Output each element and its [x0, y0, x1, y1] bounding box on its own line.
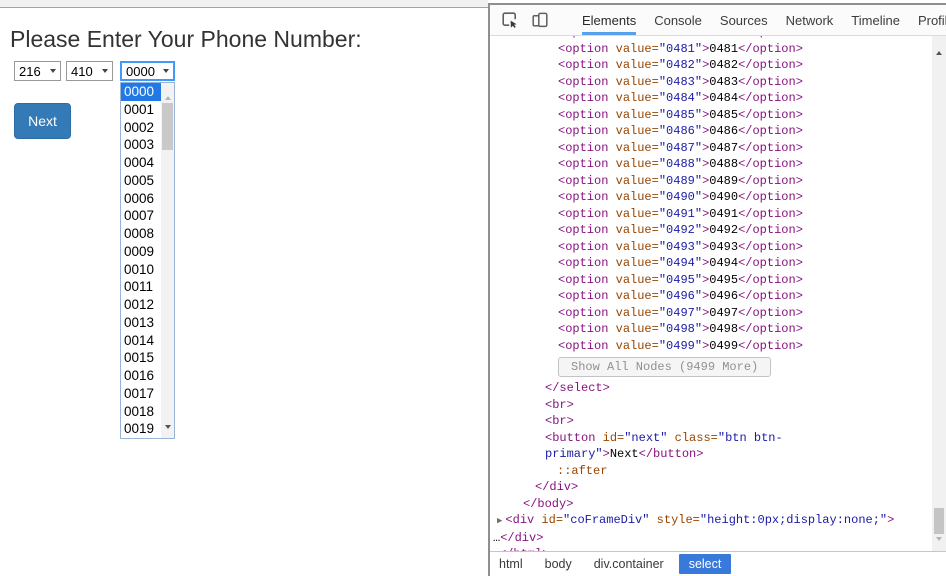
- dropdown-scrollbar-thumb[interactable]: [162, 103, 173, 150]
- code-line[interactable]: <option value="0489">0489</option>: [490, 173, 932, 190]
- device-toolbar-icon[interactable]: [532, 5, 548, 35]
- dropdown-option-0015[interactable]: 0015: [121, 349, 161, 367]
- dropdown-option-0001[interactable]: 0001: [121, 101, 161, 119]
- show-all-nodes-button[interactable]: Show All Nodes (9499 More): [558, 357, 771, 377]
- tab-profiles[interactable]: Profiles: [918, 5, 946, 35]
- dropdown-option-0010[interactable]: 0010: [121, 261, 161, 279]
- code-line[interactable]: …</div>: [490, 530, 932, 547]
- inspect-element-icon[interactable]: [502, 5, 518, 35]
- code-line[interactable]: <option value="0494">0494</option>: [490, 255, 932, 272]
- code-line[interactable]: <option value="0481">0481</option>: [490, 41, 932, 58]
- breadcrumb-html[interactable]: html: [492, 554, 530, 574]
- code-line[interactable]: <button id="next" class="btn btn-: [490, 430, 932, 447]
- code-line[interactable]: <option value="0488">0488</option>: [490, 156, 932, 173]
- dropdown-option-0013[interactable]: 0013: [121, 314, 161, 332]
- code-line[interactable]: <option value="0491">0491</option>: [490, 206, 932, 223]
- code-line[interactable]: <option value="0498">0498</option>: [490, 321, 932, 338]
- page-top-strip: [0, 0, 488, 8]
- dropdown-list: 0000000100020003000400050006000700080009…: [121, 83, 161, 438]
- code-line[interactable]: <option value="0496">0496</option>: [490, 288, 932, 305]
- chevron-down-icon: [163, 69, 169, 73]
- dropdown-option-0007[interactable]: 0007: [121, 207, 161, 225]
- code-line[interactable]: <option value="0487">0487</option>: [490, 140, 932, 157]
- code-line[interactable]: </body>: [490, 496, 932, 513]
- code-line[interactable]: <br>: [490, 413, 932, 430]
- tab-elements[interactable]: Elements: [582, 5, 636, 35]
- dropdown-option-0014[interactable]: 0014: [121, 332, 161, 350]
- prefix-value: 410: [71, 64, 93, 79]
- area-code-value: 216: [19, 64, 41, 79]
- code-line[interactable]: <br>: [490, 397, 932, 414]
- line-number-dropdown: 0000000100020003000400050006000700080009…: [120, 82, 175, 439]
- dropdown-option-0017[interactable]: 0017: [121, 385, 161, 403]
- dropdown-option-0019[interactable]: 0019: [121, 420, 161, 438]
- code-line[interactable]: <option value="0486">0486</option>: [490, 123, 932, 140]
- code-line[interactable]: <option value="0492">0492</option>: [490, 222, 932, 239]
- dropdown-option-0011[interactable]: 0011: [121, 278, 161, 296]
- devtools-code-panel: <option value="0480">0480</option><optio…: [490, 36, 932, 551]
- breadcrumb-div-container[interactable]: div.container: [587, 554, 671, 574]
- code-line[interactable]: primary">Next</button>: [490, 446, 932, 463]
- code-line[interactable]: <option value="0495">0495</option>: [490, 272, 932, 289]
- dropdown-option-0000[interactable]: 0000: [121, 83, 161, 101]
- devtools-scrollbar[interactable]: [932, 36, 946, 551]
- code-line[interactable]: <option value="0483">0483</option>: [490, 74, 932, 91]
- dropdown-option-0005[interactable]: 0005: [121, 172, 161, 190]
- line-number-value: 0000: [126, 64, 155, 79]
- chevron-down-icon: [50, 69, 56, 73]
- prefix-select[interactable]: 410: [66, 61, 113, 81]
- breadcrumb-body[interactable]: body: [538, 554, 579, 574]
- breadcrumb-select[interactable]: select: [679, 554, 732, 574]
- next-button[interactable]: Next: [14, 103, 71, 139]
- code-line[interactable]: <option value="0490">0490</option>: [490, 189, 932, 206]
- code-line[interactable]: ▶<div id="coFrameDiv" style="height:0px;…: [490, 512, 932, 530]
- code-line[interactable]: <option value="0484">0484</option>: [490, 90, 932, 107]
- scroll-down-icon[interactable]: [161, 416, 174, 434]
- tab-console[interactable]: Console: [654, 5, 702, 35]
- dropdown-option-0012[interactable]: 0012: [121, 296, 161, 314]
- code-line[interactable]: </select>: [490, 380, 932, 397]
- dropdown-option-0004[interactable]: 0004: [121, 154, 161, 172]
- code-line[interactable]: ::after: [490, 463, 932, 480]
- code-line[interactable]: </div>: [490, 479, 932, 496]
- screenshot-root: { "page": { "heading": "Please Enter You…: [0, 0, 946, 576]
- dropdown-option-0016[interactable]: 0016: [121, 367, 161, 385]
- code-line[interactable]: <option value="0497">0497</option>: [490, 305, 932, 322]
- dropdown-option-0003[interactable]: 0003: [121, 136, 161, 154]
- dropdown-option-0009[interactable]: 0009: [121, 243, 161, 261]
- devtools-breadcrumb: html body div.container select: [490, 551, 946, 576]
- line-number-select[interactable]: 0000: [120, 61, 175, 81]
- dropdown-option-0006[interactable]: 0006: [121, 190, 161, 208]
- dropdown-option-0008[interactable]: 0008: [121, 225, 161, 243]
- chevron-down-icon: [102, 69, 108, 73]
- dropdown-scrollbar[interactable]: [161, 83, 174, 438]
- tab-sources[interactable]: Sources: [720, 5, 768, 35]
- code-line[interactable]: <option value="0493">0493</option>: [490, 239, 932, 256]
- tab-network[interactable]: Network: [786, 5, 834, 35]
- devtools-pane: Elements Console Sources Network Timelin…: [488, 3, 946, 576]
- dropdown-option-0018[interactable]: 0018: [121, 403, 161, 421]
- dropdown-option-0002[interactable]: 0002: [121, 119, 161, 137]
- area-code-select[interactable]: 216: [14, 61, 61, 81]
- tab-timeline[interactable]: Timeline: [851, 5, 900, 35]
- scroll-up-icon[interactable]: [932, 42, 946, 60]
- code-line[interactable]: <option value="0485">0485</option>: [490, 107, 932, 124]
- scroll-down-icon[interactable]: [932, 528, 946, 546]
- devtools-toolbar: Elements Console Sources Network Timelin…: [490, 5, 946, 36]
- page-title: Please Enter Your Phone Number:: [10, 26, 362, 53]
- page-pane: Please Enter Your Phone Number: 216 410 …: [0, 8, 488, 576]
- code-line[interactable]: <option value="0482">0482</option>: [490, 57, 932, 74]
- code-line[interactable]: <option value="0499">0499</option>: [490, 338, 932, 355]
